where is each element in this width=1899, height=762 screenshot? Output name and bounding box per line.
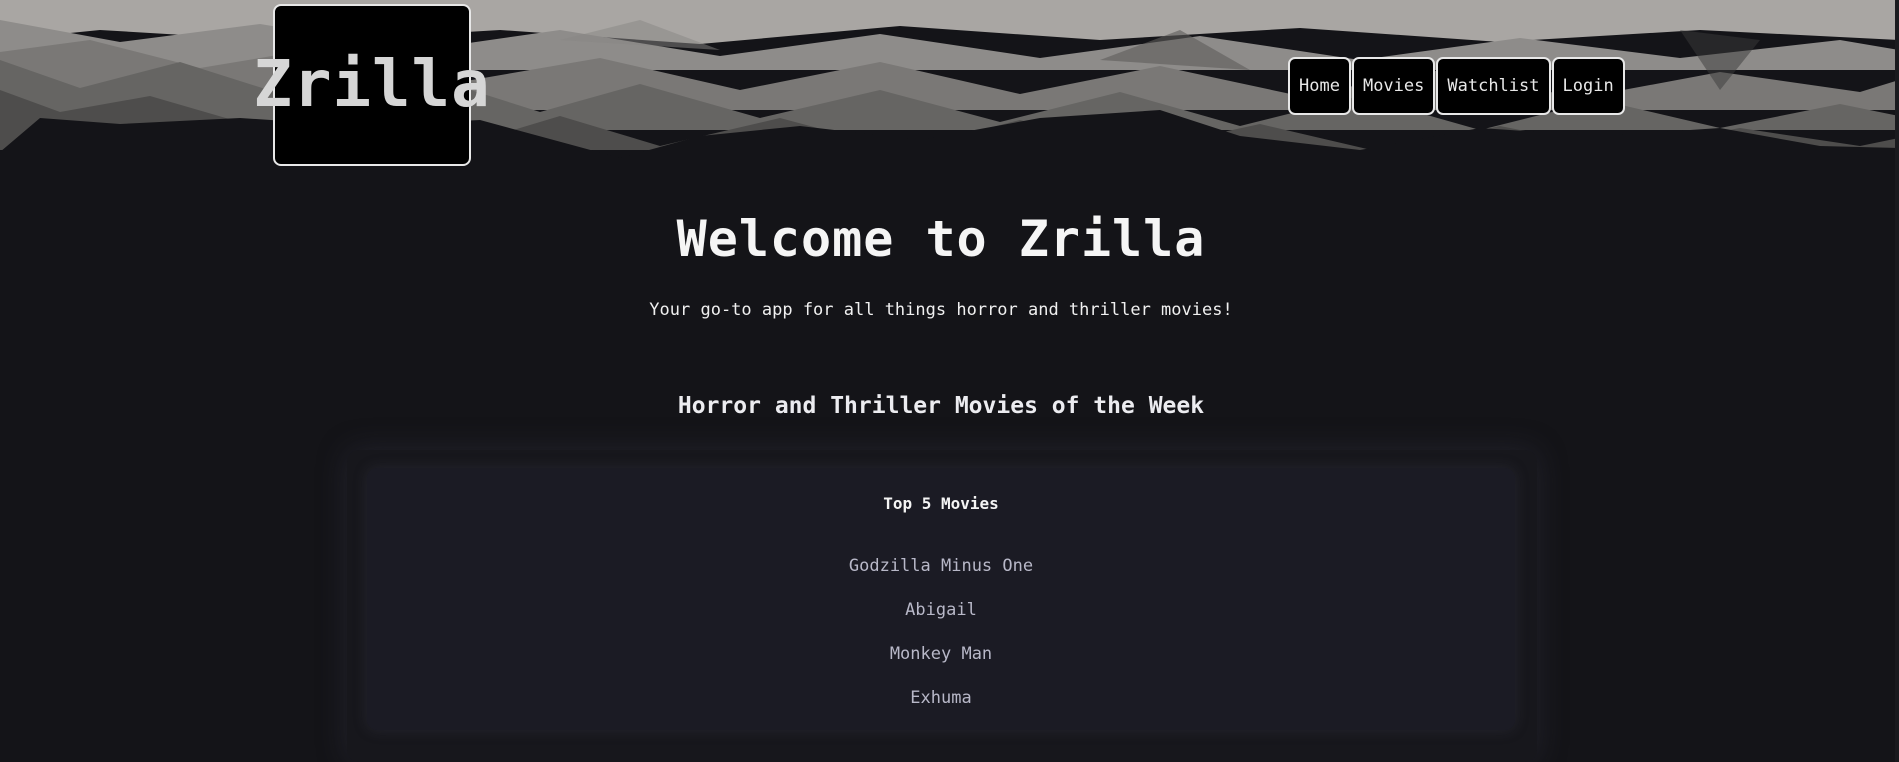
movie-item[interactable]: Exhuma	[367, 676, 1515, 720]
nav-login-button[interactable]: Login	[1551, 57, 1625, 115]
top-movies-title: Top 5 Movies	[883, 494, 999, 513]
hero-title: Welcome to Zrilla	[676, 210, 1206, 268]
window-edge	[1895, 0, 1899, 762]
top-movies-list: Godzilla Minus One Abigail Monkey Man Ex…	[367, 544, 1515, 720]
top-movies-panel: Top 5 Movies Godzilla Minus One Abigail …	[367, 468, 1515, 730]
movie-item[interactable]: Abigail	[367, 588, 1515, 632]
logo-text: Zrilla	[253, 48, 491, 122]
movie-item[interactable]: Monkey Man	[367, 632, 1515, 676]
nav-home-button[interactable]: Home	[1288, 57, 1351, 115]
nav-watchlist-button[interactable]: Watchlist	[1436, 57, 1551, 115]
movie-item[interactable]: Godzilla Minus One	[367, 544, 1515, 588]
nav-movies-button[interactable]: Movies	[1351, 57, 1436, 115]
section-title: Horror and Thriller Movies of the Week	[677, 393, 1205, 419]
logo[interactable]: Zrilla	[253, 4, 490, 166]
main-nav: Home Movies Watchlist Login	[1288, 57, 1625, 115]
hero-subtitle: Your go-to app for all things horror and…	[649, 300, 1233, 320]
